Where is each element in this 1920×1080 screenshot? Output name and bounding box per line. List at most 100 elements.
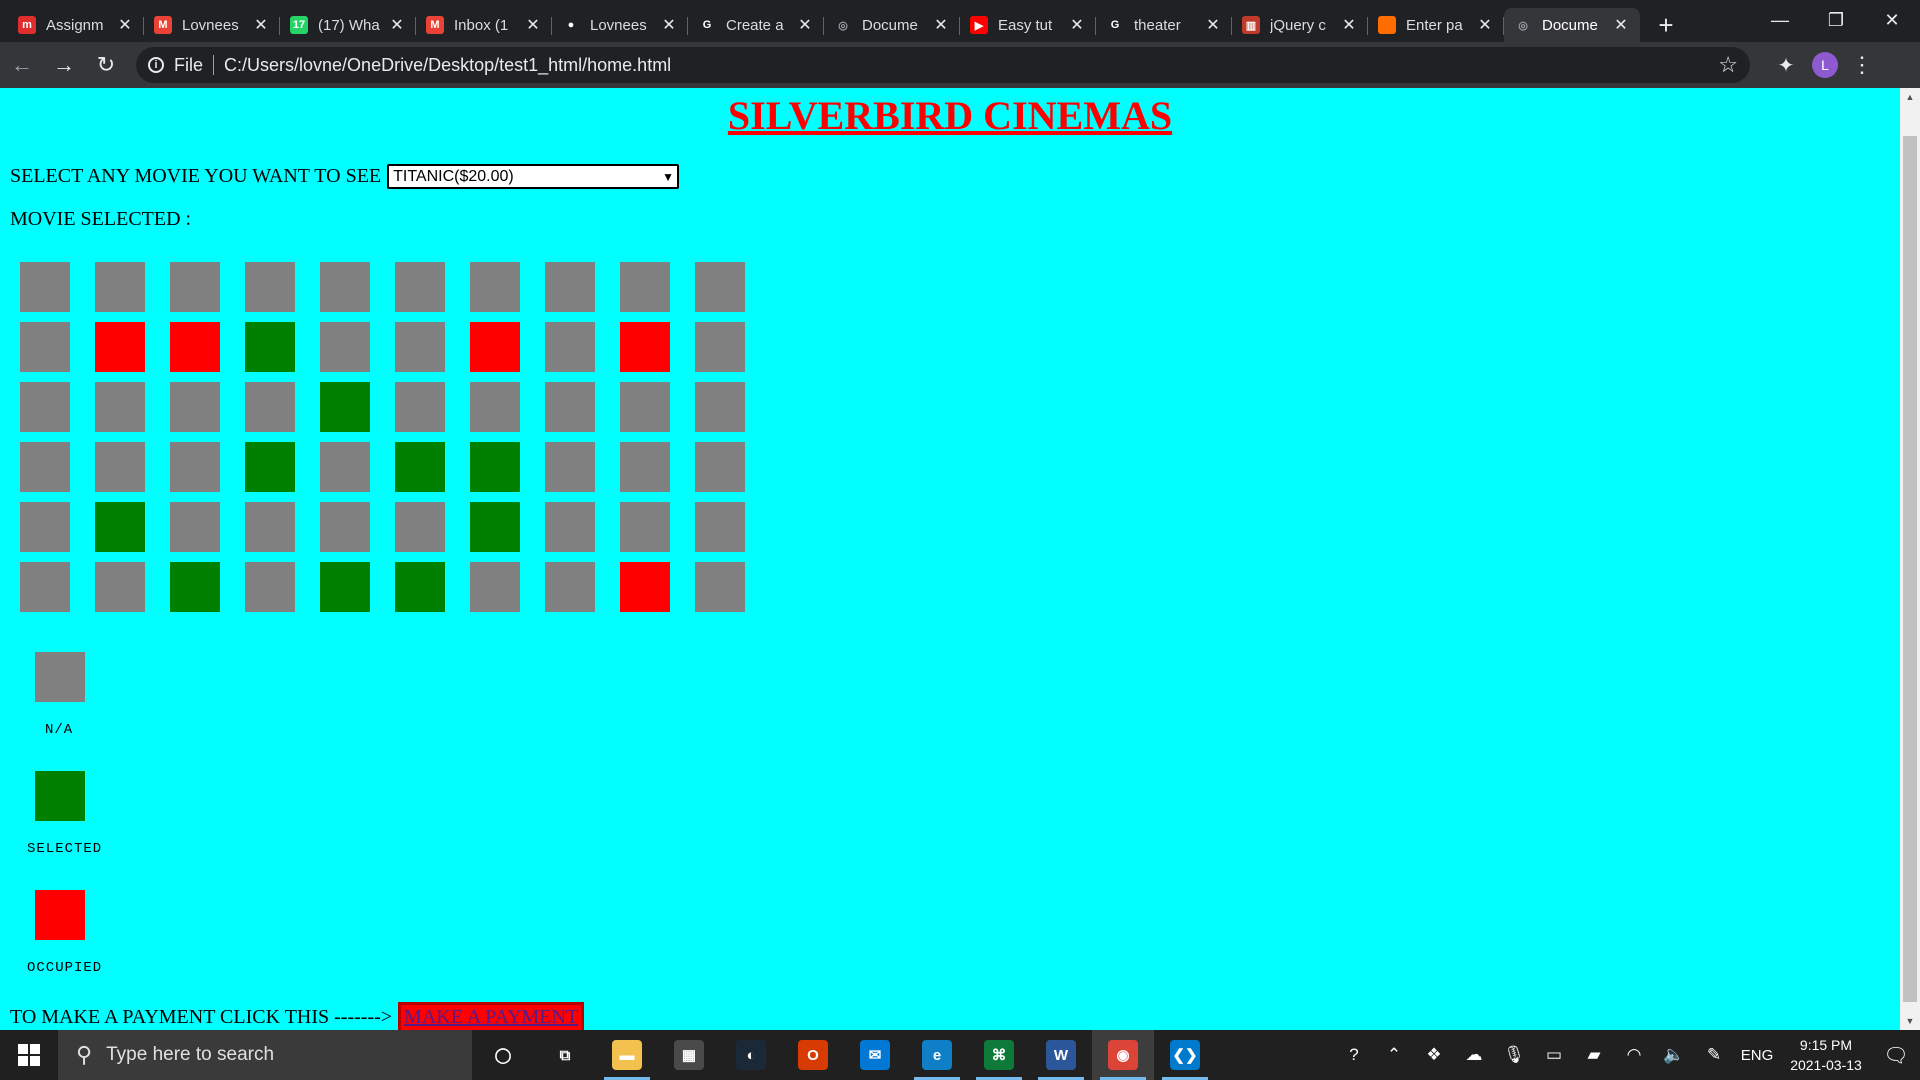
taskbar-app[interactable]: ▦ (658, 1030, 720, 1080)
tab-close-icon[interactable]: ✕ (1068, 15, 1086, 35)
seat-na[interactable] (620, 262, 670, 312)
seat-na[interactable] (245, 262, 295, 312)
battery-icon[interactable]: ▰ (1574, 1045, 1614, 1065)
seat-na[interactable] (620, 502, 670, 552)
site-info-icon[interactable]: i (148, 57, 164, 73)
scroll-up-arrow-icon[interactable]: ▲ (1900, 88, 1920, 106)
seat-na[interactable] (245, 382, 295, 432)
browser-tab[interactable]: ◎ Docume ✕ (824, 8, 960, 42)
taskbar-app[interactable]: ⌘ (968, 1030, 1030, 1080)
seat-selected[interactable] (170, 562, 220, 612)
seat-na[interactable] (695, 562, 745, 612)
seat-selected[interactable] (320, 382, 370, 432)
browser-tab[interactable]: G Create a ✕ (688, 8, 824, 42)
taskbar-search[interactable]: ⚲ Type here to search (58, 1030, 472, 1080)
wifi-icon[interactable]: ◠ (1614, 1045, 1654, 1065)
seat-na[interactable] (170, 442, 220, 492)
browser-tab[interactable]: Enter pa ✕ (1368, 8, 1504, 42)
pen-icon[interactable]: ✎ (1694, 1045, 1734, 1065)
seat-selected[interactable] (95, 502, 145, 552)
scroll-down-arrow-icon[interactable]: ▼ (1900, 1012, 1920, 1030)
seat-na[interactable] (245, 562, 295, 612)
tab-close-icon[interactable]: ✕ (252, 15, 270, 35)
seat-na[interactable] (170, 382, 220, 432)
dropbox-icon[interactable]: ❖ (1414, 1045, 1454, 1065)
seat-na[interactable] (620, 382, 670, 432)
seat-na[interactable] (320, 262, 370, 312)
tab-close-icon[interactable]: ✕ (932, 15, 950, 35)
payment-button[interactable]: MAKE A PAYMENT (398, 1002, 585, 1033)
minimize-button[interactable]: — (1752, 0, 1808, 40)
browser-tab[interactable]: 17 (17) Wha ✕ (280, 8, 416, 42)
seat-na[interactable] (20, 322, 70, 372)
seat-na[interactable] (695, 382, 745, 432)
seat-na[interactable] (545, 382, 595, 432)
taskbar-app[interactable]: e (906, 1030, 968, 1080)
restore-button[interactable]: ❐ (1808, 0, 1864, 40)
tab-close-icon[interactable]: ✕ (1340, 15, 1358, 35)
display-icon[interactable]: ▭ (1534, 1045, 1574, 1065)
taskbar-app[interactable]: O (782, 1030, 844, 1080)
seat-na[interactable] (20, 442, 70, 492)
seat-na[interactable] (620, 442, 670, 492)
seat-na[interactable] (545, 502, 595, 552)
seat-na[interactable] (695, 262, 745, 312)
seat-na[interactable] (545, 262, 595, 312)
forward-button[interactable]: → (44, 47, 84, 83)
new-tab-button[interactable]: + (1648, 8, 1684, 42)
taskbar-app[interactable]: ◐ (720, 1030, 782, 1080)
tab-close-icon[interactable]: ✕ (1612, 15, 1630, 35)
seat-na[interactable] (320, 322, 370, 372)
seat-na[interactable] (470, 262, 520, 312)
seat-na[interactable] (95, 442, 145, 492)
close-window-button[interactable]: ✕ (1864, 0, 1920, 40)
movie-select[interactable]: TITANIC($20.00) ▼ (387, 164, 680, 189)
clock[interactable]: 9:15 PM 2021-03-13 (1780, 1035, 1872, 1075)
seat-na[interactable] (95, 562, 145, 612)
seat-na[interactable] (695, 442, 745, 492)
seat-na[interactable] (20, 262, 70, 312)
taskbar-app[interactable]: ◉ (1092, 1030, 1154, 1080)
seat-na[interactable] (170, 502, 220, 552)
address-bar[interactable]: i File C:/Users/lovne/OneDrive/Desktop/t… (136, 47, 1750, 83)
onedrive-icon[interactable]: ☁ (1454, 1045, 1494, 1065)
browser-tab[interactable]: M Lovnees ✕ (144, 8, 280, 42)
seat-selected[interactable] (245, 442, 295, 492)
browser-tab[interactable]: M Inbox (1 ✕ (416, 8, 552, 42)
profile-avatar[interactable]: L (1812, 52, 1838, 78)
seat-na[interactable] (95, 262, 145, 312)
microphone-icon[interactable]: 🎙 (1494, 1045, 1534, 1065)
seat-na[interactable] (695, 502, 745, 552)
seat-na[interactable] (470, 562, 520, 612)
make-payment-link[interactable]: MAKE A PAYMENT (404, 1006, 578, 1029)
volume-icon[interactable]: 🔈 (1654, 1045, 1694, 1065)
url-text[interactable]: C:/Users/lovne/OneDrive/Desktop/test1_ht… (224, 55, 1718, 76)
seat-na[interactable] (470, 382, 520, 432)
seat-na[interactable] (20, 382, 70, 432)
seat-na[interactable] (245, 502, 295, 552)
taskbar-app[interactable]: ❮❯ (1154, 1030, 1216, 1080)
tab-close-icon[interactable]: ✕ (796, 15, 814, 35)
tab-close-icon[interactable]: ✕ (388, 15, 406, 35)
browser-tab[interactable]: Gtheater ✕ (1096, 8, 1232, 42)
bookmark-star-icon[interactable]: ☆ (1718, 52, 1738, 78)
back-button[interactable]: ← (2, 47, 42, 83)
tab-close-icon[interactable]: ✕ (660, 15, 678, 35)
seat-na[interactable] (170, 262, 220, 312)
seat-na[interactable] (320, 442, 370, 492)
seat-selected[interactable] (245, 322, 295, 372)
seat-selected[interactable] (395, 442, 445, 492)
extensions-puzzle-icon[interactable]: ✦ (1768, 53, 1804, 78)
seat-selected[interactable] (470, 502, 520, 552)
chevron-up-icon[interactable]: ⌃ (1374, 1045, 1414, 1065)
seat-selected[interactable] (470, 442, 520, 492)
taskbar-app[interactable]: W (1030, 1030, 1092, 1080)
scrollbar-thumb[interactable] (1903, 136, 1917, 1002)
tab-close-icon[interactable]: ✕ (524, 15, 542, 35)
browser-tab[interactable]: ● Lovnees ✕ (552, 8, 688, 42)
seat-na[interactable] (20, 562, 70, 612)
seat-na[interactable] (695, 322, 745, 372)
seat-selected[interactable] (320, 562, 370, 612)
seat-na[interactable] (545, 562, 595, 612)
reload-button[interactable]: ↻ (86, 47, 126, 83)
